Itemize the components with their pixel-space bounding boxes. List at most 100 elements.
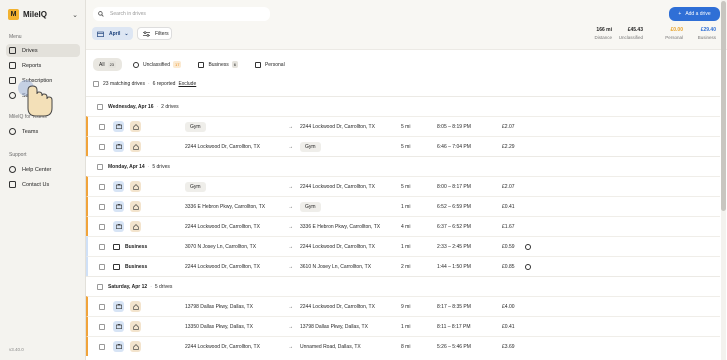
drive-value: £0.41 <box>502 323 515 330</box>
drive-row[interactable]: 2244 Lockwood Dr, Carrollton, TX → Gym 5 mi… <box>86 136 720 156</box>
drive-select-checkbox[interactable] <box>99 223 105 230</box>
tab-business[interactable]: Business 6 <box>192 58 244 71</box>
drive-row[interactable]: 3336 E Hebron Pkwy, Carrollton, TX → Gym 1 … <box>86 196 720 216</box>
classify-business-button[interactable] <box>113 341 124 352</box>
drive-to-text: 2244 Lockwood Dr, Carrollton, TX <box>300 183 375 190</box>
classify-business-button[interactable] <box>113 221 124 232</box>
scrollbar-thumb[interactable] <box>721 1 726 211</box>
drive-select-checkbox[interactable] <box>99 343 105 350</box>
drive-select-checkbox[interactable] <box>99 303 105 310</box>
group-date: Saturday, Apr 12 <box>108 283 148 290</box>
classify-personal-button[interactable] <box>130 201 141 212</box>
briefcase-icon <box>113 263 120 270</box>
classify-personal-button[interactable] <box>130 301 141 312</box>
classify-personal-button[interactable] <box>130 141 141 152</box>
drive-from: Gym <box>185 181 206 192</box>
drive-to-text: Gym <box>300 141 321 152</box>
chevron-down-icon: ⌄ <box>72 11 78 19</box>
report-status-icon[interactable] <box>525 263 531 270</box>
group-select-checkbox[interactable] <box>97 283 103 290</box>
drives-list: Wednesday, Apr 16 · 2 drives Gym → 2244 Lockw… <box>86 96 720 356</box>
drive-row[interactable]: Business 3070 N Josey Ln, Carrollton, TX →… <box>86 236 720 256</box>
classify-business-button[interactable] <box>113 321 124 332</box>
drive-from-text: 13350 Dallas Pkwy, Dallas, TX <box>185 323 253 330</box>
drive-select-checkbox[interactable] <box>99 123 105 130</box>
date-filter-button[interactable]: April ⌄ <box>92 27 133 40</box>
drive-from-text: 2244 Lockwood Dr, Carrollton, TX <box>185 143 260 150</box>
classify-business-button[interactable] <box>113 141 124 152</box>
drive-select-checkbox[interactable] <box>99 323 105 330</box>
scrollbar[interactable] <box>721 0 726 360</box>
drive-time: 6:37 – 6:52 PM <box>437 223 471 230</box>
stat-personal: £0.00 Personal <box>653 27 683 40</box>
report-status-icon[interactable] <box>525 243 531 250</box>
group-select-checkbox[interactable] <box>97 103 103 110</box>
stat-value: £0.00 <box>670 27 683 33</box>
stat-label: Unclassified <box>618 35 643 40</box>
separator-dot: · <box>150 283 152 290</box>
classify-personal-button[interactable] <box>130 321 141 332</box>
group-select-checkbox[interactable] <box>97 163 103 170</box>
sidebar-item-reports[interactable]: Reports <box>6 59 80 72</box>
home-icon <box>132 303 139 310</box>
drive-select-checkbox[interactable] <box>99 183 105 190</box>
drive-distance: 8 mi <box>401 343 411 350</box>
classify-business-button[interactable] <box>113 301 124 312</box>
menu-section-label: Menu <box>9 34 22 40</box>
select-all-checkbox[interactable] <box>93 81 99 87</box>
drive-row[interactable]: 13798 Dallas Pkwy, Dallas, TX → 2244 Lockw… <box>86 296 720 316</box>
filters-button[interactable]: Filters <box>137 27 172 40</box>
drive-distance: 5 mi <box>401 183 411 190</box>
classify-business-button[interactable] <box>113 201 124 212</box>
drive-value: £2.29 <box>502 143 515 150</box>
separator-dot: · <box>156 103 159 110</box>
sidebar-item-contact-us[interactable]: Contact Us <box>6 178 80 191</box>
sidebar-item-drives[interactable]: Drives <box>6 44 80 57</box>
drive-from: 13798 Dallas Pkwy, Dallas, TX <box>185 304 253 310</box>
drive-time: 5:26 – 5:46 PM <box>437 343 471 350</box>
drive-select-checkbox[interactable] <box>99 143 105 150</box>
drive-row[interactable]: Business 2244 Lockwood Dr, Carrollton, TX… <box>86 256 720 276</box>
exclude-link[interactable]: Exclude <box>178 81 196 87</box>
drive-select-checkbox[interactable] <box>99 203 105 210</box>
drive-row[interactable]: Gym → 2244 Lockwood Dr, Carrollton, TX 5 mi… <box>86 116 720 136</box>
stat-label: Business <box>697 35 716 40</box>
tab-unclassified[interactable]: Unclassified 17 <box>127 58 187 71</box>
classify-business-button[interactable] <box>113 181 124 192</box>
drive-select-checkbox[interactable] <box>99 263 105 270</box>
briefcase-icon <box>115 124 122 129</box>
tab-label: Business <box>208 61 229 68</box>
drive-distance: 1 mi <box>401 323 411 330</box>
classify-personal-button[interactable] <box>130 181 141 192</box>
top-bar: Search in drives + Add a drive April ⌄ F… <box>86 0 727 50</box>
drive-time: 8:00 – 8:17 PM <box>437 183 471 190</box>
brand-switcher[interactable]: M MileIQ ⌄ <box>8 9 78 20</box>
drive-select-checkbox[interactable] <box>99 243 105 250</box>
classification-text: Business <box>125 263 148 270</box>
drive-row[interactable]: 2244 Lockwood Dr, Carrollton, TX → 3336 E … <box>86 216 720 236</box>
drive-row[interactable]: 13350 Dallas Pkwy, Dallas, TX → 13798 Dall… <box>86 316 720 336</box>
classify-personal-button[interactable] <box>130 121 141 132</box>
drive-to: 2244 Lockwood Dr, Carrollton, TX <box>300 124 375 130</box>
drive-from-text: 2244 Lockwood Dr, Carrollton, TX <box>185 223 260 230</box>
drive-distance: 1 mi <box>401 203 411 210</box>
tab-personal[interactable]: Personal <box>249 58 291 71</box>
sidebar-item-help-center[interactable]: Help Center <box>6 163 80 176</box>
drive-from: 2244 Lockwood Dr, Carrollton, TX <box>185 224 260 230</box>
matching-count: 23 matching drives <box>103 81 145 87</box>
sidebar-item-label: Teams <box>22 128 39 135</box>
drive-value: £2.07 <box>502 183 515 190</box>
classify-business-button[interactable] <box>113 121 124 132</box>
add-drive-button[interactable]: + Add a drive <box>669 7 720 21</box>
tab-all[interactable]: All 23 <box>93 58 123 71</box>
drive-to: 3610 N Josey Ln, Carrollton, TX <box>300 264 371 270</box>
classify-personal-button[interactable] <box>130 221 141 232</box>
drive-row[interactable]: 2244 Lockwood Dr, Carrollton, TX → Unnamed… <box>86 336 720 356</box>
search-input[interactable]: Search in drives <box>93 7 270 21</box>
mileiq-logo: M <box>8 9 19 20</box>
classify-personal-button[interactable] <box>130 341 141 352</box>
tab-label: Personal <box>264 61 285 68</box>
sidebar-item-teams[interactable]: Teams <box>6 125 80 138</box>
drive-row[interactable]: Gym → 2244 Lockwood Dr, Carrollton, TX 5 mi… <box>86 176 720 196</box>
drive-from-text: 2244 Lockwood Dr, Carrollton, TX <box>185 343 260 350</box>
